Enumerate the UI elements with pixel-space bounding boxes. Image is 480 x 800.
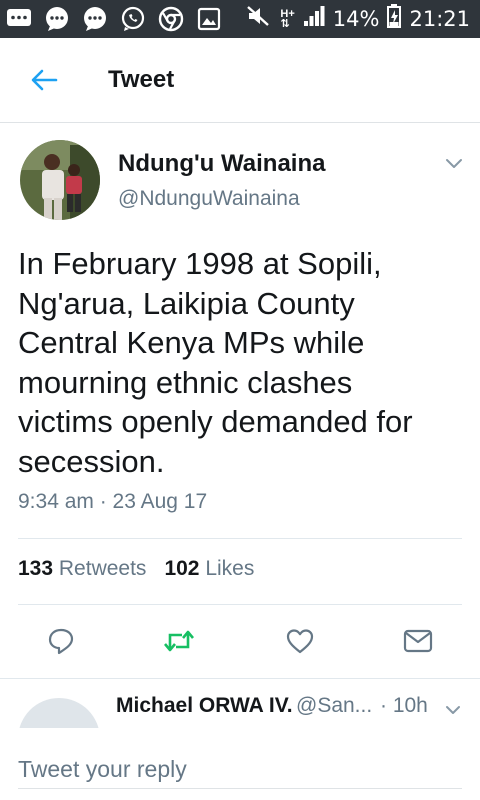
- signal-icon: [303, 5, 325, 33]
- clock: 21:21: [409, 7, 470, 31]
- share-button[interactable]: [401, 624, 435, 658]
- chrome-icon: [158, 6, 184, 32]
- heart-icon: [286, 629, 314, 654]
- divider: [0, 678, 480, 679]
- retweet-button[interactable]: [162, 624, 196, 658]
- author-avatar[interactable]: [20, 140, 100, 220]
- likes-stat[interactable]: 102 Likes: [164, 557, 254, 581]
- gallery-icon: [196, 6, 222, 32]
- tweet-actions: [0, 624, 480, 658]
- author-name[interactable]: Ndung'u Wainaina: [118, 150, 325, 178]
- back-button[interactable]: [24, 60, 64, 100]
- arrow-left-icon: [31, 69, 58, 91]
- retweets-count: 133: [18, 557, 54, 580]
- likes-label: Likes: [205, 557, 255, 580]
- network-type-icon: H+ ⇅: [280, 8, 295, 30]
- message-bubble-icon: [44, 6, 70, 32]
- retweets-label: Retweets: [58, 557, 147, 580]
- reply-time: · 10h: [380, 694, 428, 717]
- retweet-icon: [164, 630, 194, 652]
- whatsapp-icon: [120, 6, 146, 32]
- tweet-timestamp: 9:34 am · 23 Aug 17: [18, 490, 208, 513]
- tweet-text: In February 1998 at Sopili, Ng'arua, Lai…: [18, 246, 413, 479]
- reply-author-name[interactable]: Michael ORWA IV.: [116, 694, 293, 718]
- notification-icons: [6, 6, 222, 32]
- divider: [18, 604, 462, 605]
- like-button[interactable]: [283, 624, 317, 658]
- system-status: H+ ⇅ 14% 21:21: [246, 4, 470, 34]
- app-header: Tweet: [0, 38, 480, 123]
- tweet-stats: 133 Retweets 102 Likes: [18, 557, 254, 581]
- envelope-icon: [403, 629, 433, 653]
- chevron-down-icon[interactable]: [443, 700, 463, 720]
- page-title: Tweet: [108, 66, 175, 93]
- likes-count: 102: [164, 557, 200, 580]
- divider: [18, 538, 462, 539]
- reply-icon: [48, 628, 74, 655]
- chat-bubble-icon: [6, 6, 32, 32]
- mute-icon: [246, 4, 272, 34]
- author-handle[interactable]: @NdunguWainaina: [118, 187, 300, 211]
- status-bar: H+ ⇅ 14% 21:21: [0, 0, 480, 38]
- reply-author-handle[interactable]: @San...: [296, 694, 372, 718]
- message-bubble-icon: [82, 6, 108, 32]
- battery-percent: 14%: [332, 7, 380, 31]
- battery-charging-icon: [387, 4, 402, 34]
- reply-composer: [0, 728, 480, 800]
- reply-input[interactable]: [18, 750, 462, 789]
- retweets-stat[interactable]: 133 Retweets: [18, 557, 146, 581]
- reply-button[interactable]: [44, 624, 78, 658]
- chevron-down-icon[interactable]: [443, 152, 465, 174]
